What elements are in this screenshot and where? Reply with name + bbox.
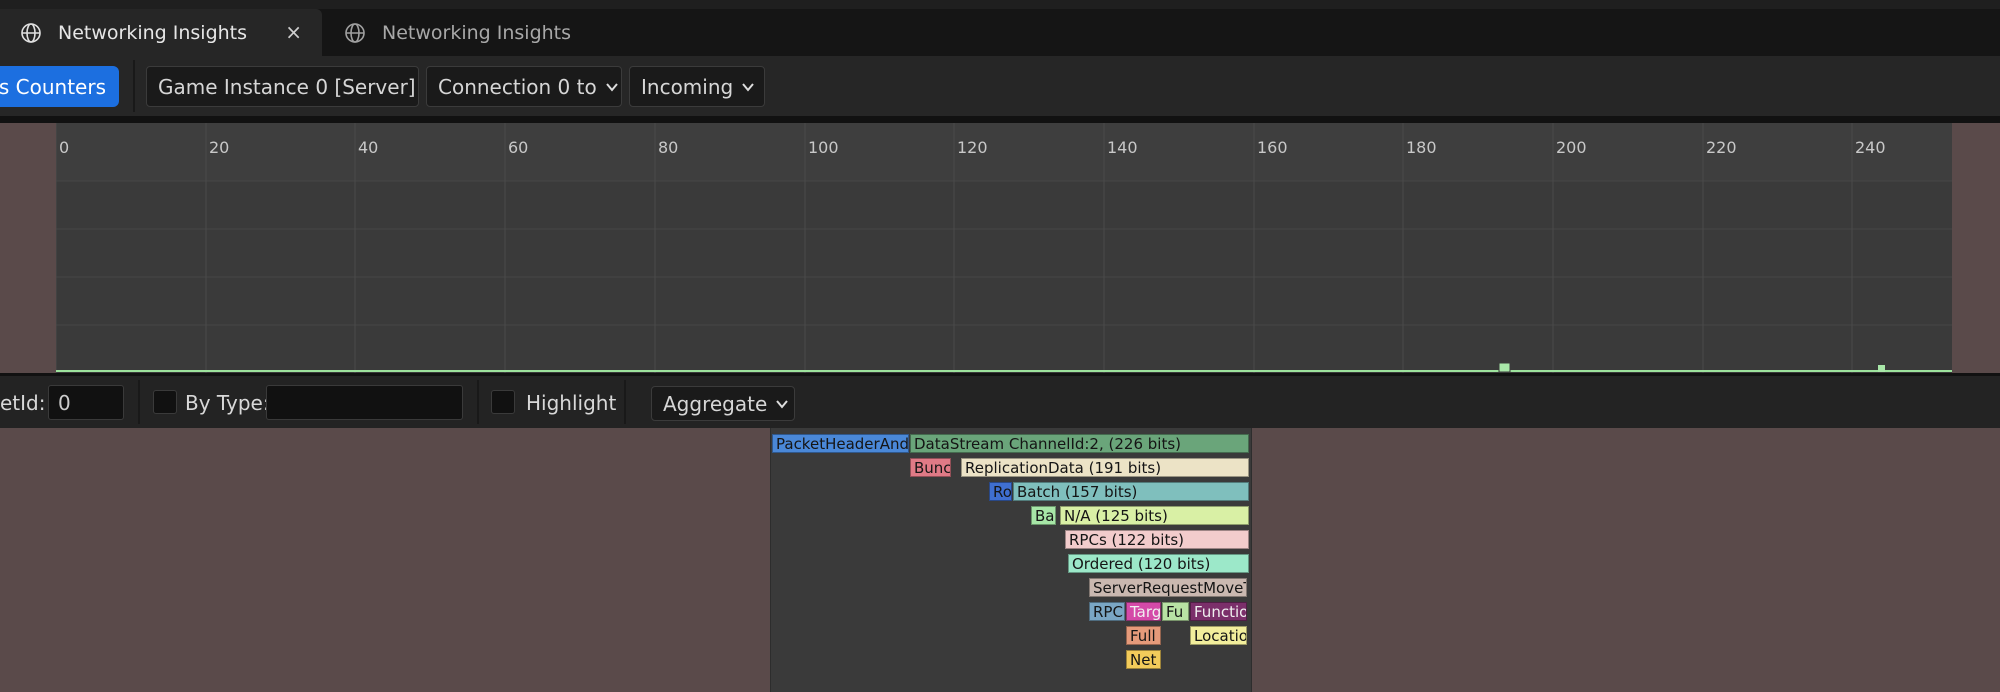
packet-block[interactable]: RPC <box>1089 602 1125 621</box>
game-instance-value: Game Instance 0 [Server] <box>158 74 416 99</box>
x-tick-label: 120 <box>957 138 988 157</box>
filter-divider <box>624 380 626 424</box>
packet-block[interactable]: ReplicationData (191 bits) <box>961 458 1249 477</box>
packet-block[interactable]: Full <box>1126 626 1161 645</box>
x-tick-label: 160 <box>1257 138 1288 157</box>
packet-block[interactable]: PacketHeaderAndI <box>772 434 909 453</box>
tab-label: Networking Insights <box>58 21 248 44</box>
x-tick-label: 60 <box>508 138 529 157</box>
packet-marker <box>1878 365 1885 372</box>
packet-block[interactable]: Ba <box>1031 506 1056 525</box>
x-tick-label: 200 <box>1556 138 1587 157</box>
toolbar-divider <box>133 60 135 112</box>
tab-networking-insights-1[interactable]: Networking Insights × <box>0 9 322 56</box>
packet-block[interactable]: Locatio <box>1190 626 1247 645</box>
packet-block[interactable]: RPCs (122 bits) <box>1065 530 1249 549</box>
chevron-down-icon <box>742 82 754 92</box>
packet-block[interactable]: DataStream ChannelId:2, (226 bits) <box>910 434 1249 453</box>
direction-dropdown[interactable]: Incoming <box>629 66 765 107</box>
by-type-field[interactable] <box>266 385 463 420</box>
connection-value: Connection 0 to <box>438 74 597 99</box>
tab-networking-insights-2[interactable]: Networking Insights <box>324 9 624 56</box>
packet-block[interactable]: N/A (125 bits) <box>1060 506 1249 525</box>
globe-icon <box>345 22 365 43</box>
graph-left-margin <box>0 123 56 373</box>
chevron-down-icon <box>776 399 789 409</box>
close-icon[interactable]: × <box>285 20 302 44</box>
netid-field[interactable]: 0 <box>48 385 124 420</box>
highlight-label: Highlight <box>526 391 617 415</box>
packet-block[interactable]: Ordered (120 bits) <box>1068 554 1249 573</box>
highlight-checkbox[interactable] <box>491 390 515 414</box>
packet-block[interactable]: Bunc <box>910 458 951 477</box>
netid-label: etId: <box>0 391 46 415</box>
game-instance-dropdown[interactable]: Game Instance 0 [Server] <box>146 66 419 107</box>
globe-icon <box>21 22 41 43</box>
x-tick-label: 140 <box>1107 138 1138 157</box>
x-tick-label: 180 <box>1406 138 1437 157</box>
by-type-label: By Type: <box>185 391 270 415</box>
stats-counters-button[interactable]: ats Counters <box>0 66 119 107</box>
x-tick-label: 80 <box>658 138 679 157</box>
x-tick-label: 100 <box>808 138 839 157</box>
packet-block[interactable]: Ro <box>989 482 1012 501</box>
packet-marker <box>1498 362 1511 373</box>
packet-block[interactable]: ServerRequestMoveT <box>1089 578 1247 597</box>
filter-divider <box>138 380 140 424</box>
filter-divider <box>477 380 479 424</box>
direction-value: Incoming <box>641 74 734 99</box>
x-tick-label: 240 <box>1855 138 1886 157</box>
x-tick-label: 40 <box>358 138 379 157</box>
title-strip <box>0 0 2000 9</box>
packet-block[interactable]: Functio <box>1190 602 1247 621</box>
aggregate-dropdown[interactable]: Aggregate <box>651 386 795 421</box>
chevron-down-icon <box>605 82 618 92</box>
x-tick-label: 0 <box>59 138 70 157</box>
aggregate-value: Aggregate <box>663 391 768 416</box>
connection-dropdown[interactable]: Connection 0 to <box>426 66 622 107</box>
packet-block[interactable]: Batch (157 bits) <box>1013 482 1249 501</box>
packet-block[interactable]: Net <box>1126 650 1161 669</box>
packet-block[interactable]: Fu <box>1162 602 1189 621</box>
packet-block[interactable]: Targ <box>1126 602 1161 621</box>
x-tick-label: 20 <box>209 138 230 157</box>
tab-label: Networking Insights <box>382 21 572 44</box>
by-type-checkbox[interactable] <box>153 390 177 414</box>
graph-right-margin <box>1952 123 2000 373</box>
netid-value: 0 <box>58 390 71 415</box>
graph-x-axis: 0 20 40 60 80 100 120 140 160 180 200 220 240 <box>56 123 1952 181</box>
x-tick-label: 220 <box>1706 138 1737 157</box>
packet-graph[interactable]: 0 20 40 60 80 100 120 140 160 180 200 220 240 <box>56 123 1952 373</box>
